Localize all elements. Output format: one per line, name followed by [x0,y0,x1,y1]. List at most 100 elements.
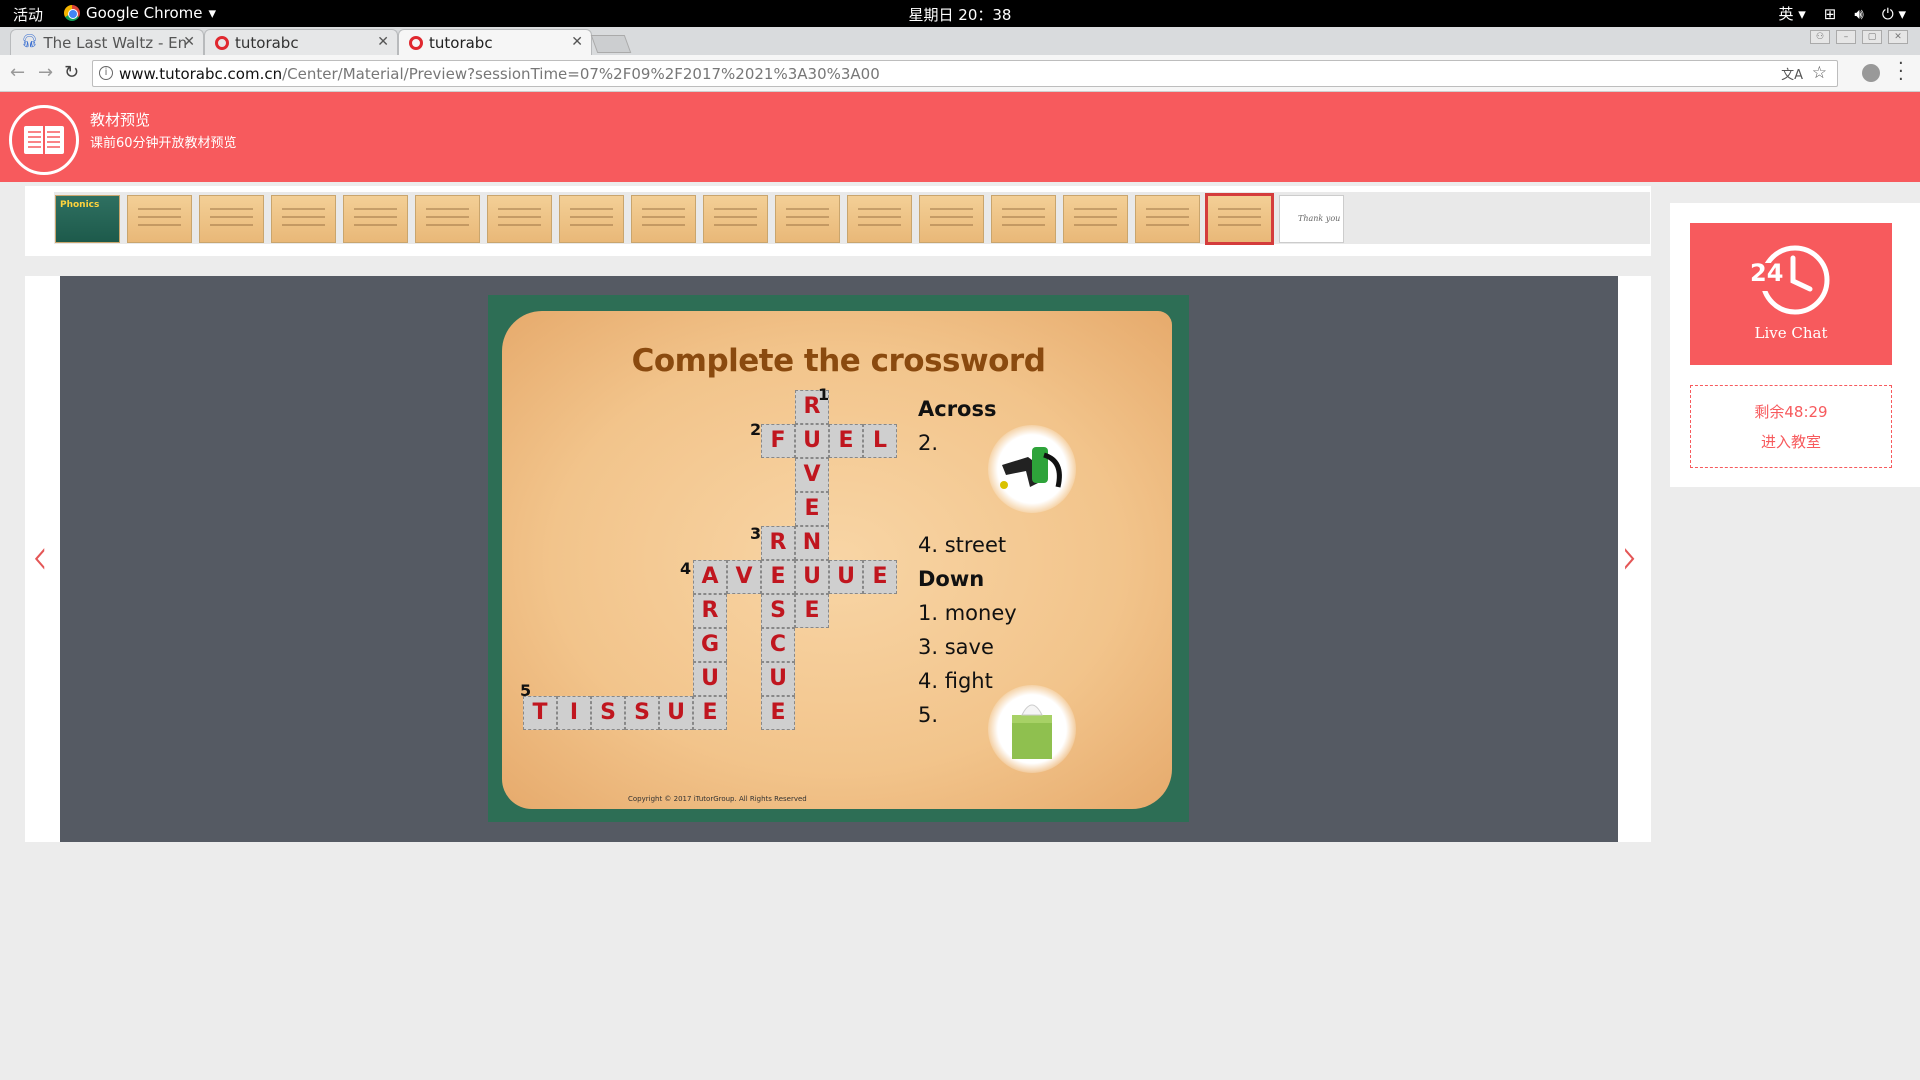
tab-last-waltz[interactable]: 🎧︎ The Last Waltz - En ✕ [10,29,204,55]
thumbnail-label: Thank you [1298,214,1341,223]
extension-icon[interactable] [1862,64,1880,82]
crossword-cell: L [863,424,897,458]
slide-thumbnail[interactable] [991,195,1056,243]
minimize-button[interactable]: – [1836,30,1856,44]
slide-thumbnail[interactable] [919,195,984,243]
live-chat-badge: 24 [1750,259,1784,287]
slide-thumbnail[interactable] [199,195,264,243]
clue-number-2: 2 [750,420,762,439]
system-top-bar: 活动 Google Chrome ▾ 星期日 20：38 英 ▾ ⊞ 🔊︎ ⏻ … [0,0,1920,27]
new-tab-button[interactable] [590,35,632,53]
crossword-cell: S [761,594,795,628]
thumbnail-label: Phonics [60,200,100,210]
clue-down-5: 5. [918,703,939,727]
enter-classroom-label: 进入教室 [1760,433,1821,451]
previous-slide-arrow-icon[interactable]: ‹ [32,527,48,587]
crossword-cell: G [693,628,727,662]
clue-across-4: 4. street [918,533,1007,557]
clock[interactable]: 星期日 20：38 [0,4,1920,25]
slide-thumbnail[interactable]: Phonics [55,195,120,243]
slide: Complete the crossword FUELRVENUEAVEUERS… [488,295,1189,822]
slide-thumbnail[interactable] [847,195,912,243]
slide-thumbnail[interactable] [631,195,696,243]
clue-across-2: 2. [918,431,939,455]
crossword-cell: S [625,696,659,730]
clue-number-4: 4 [680,559,692,578]
url-host: www.tutorabc.com.cn [119,65,283,83]
profile-icon[interactable]: ⚇ [1810,30,1830,44]
crossword-cell: U [659,696,693,730]
close-tab-icon[interactable]: ✕ [183,34,195,50]
slide-thumbnail[interactable] [271,195,336,243]
next-slide-arrow-icon[interactable]: › [1622,527,1638,587]
info-icon[interactable]: i [99,66,113,80]
browser-toolbar: ← → ↻ i www.tutorabc.com.cn/Center/Mater… [0,55,1920,92]
remaining-time: 剩余48:29 [1754,403,1828,421]
window-controls: ⚇ – ▢ ✕ [1810,30,1908,44]
slide-thumbnail[interactable] [1063,195,1128,243]
tissue-box-image [988,685,1076,773]
slide-title: Complete the crossword [631,343,1046,379]
slide-thumbnail[interactable] [559,195,624,243]
fuel-nozzle-image [988,425,1076,513]
tab-tutorabc-1[interactable]: tutorabc ✕ [204,29,398,55]
crossword-cell: U [693,662,727,696]
tab-title: tutorabc [429,34,493,52]
crossword-cell: E [795,594,829,628]
thumbnail-strip: Phonics Thank you [54,192,1650,245]
slide-thumbnail[interactable] [703,195,768,243]
tutorabc-logo-icon [215,36,229,50]
slide-thumbnail[interactable] [775,195,840,243]
crossword-cell: E [693,696,727,730]
close-window-button[interactable]: ✕ [1888,30,1908,44]
chrome-menu-icon[interactable]: · · · [1898,55,1904,89]
crossword-cell: A [693,560,727,594]
live-chat-button[interactable]: 24 Live Chat [1690,223,1892,365]
page-header: 教材预览 课前60分钟开放教材预览 [0,92,1920,182]
clue-down-1: 1. money [918,601,1017,625]
crossword-cell: N [795,526,829,560]
crossword-cell: F [761,424,795,458]
bookmark-star-icon[interactable]: ☆ [1812,63,1827,83]
address-bar[interactable]: i www.tutorabc.com.cn/Center/Material/Pr… [92,60,1838,87]
crossword-cell: C [761,628,795,662]
tab-tutorabc-active[interactable]: tutorabc ✕ [398,29,592,55]
clue-number-3: 3 [750,524,762,543]
close-tab-icon[interactable]: ✕ [571,34,583,50]
crossword-cell: S [591,696,625,730]
tab-strip: 🎧︎ The Last Waltz - En ✕ tutorabc ✕ tuto… [0,27,1920,55]
slide-thumbnail[interactable] [343,195,408,243]
clue-down-3: 3. save [918,635,994,659]
page-subtitle: 课前60分钟开放教材预览 [90,136,237,151]
system-tray[interactable]: 英 ▾ ⊞ 🔊︎ ⏻ ▾ [1778,3,1906,24]
crossword-cell: U [829,560,863,594]
copyright: Copyright © 2017 iTutorGroup. All Rights… [628,795,807,803]
slide-thumbnail[interactable]: Thank you [1279,195,1344,243]
crossword-cell: E [863,560,897,594]
crossword-cell: I [557,696,591,730]
crossword-cell: E [761,696,795,730]
slide-thumbnail[interactable] [1135,195,1200,243]
live-chat-label: Live Chat [1754,324,1828,342]
crossword-cell: V [795,458,829,492]
forward-arrow-icon[interactable]: → [38,62,53,83]
slide-thumbnail[interactable] [415,195,480,243]
page-title: 教材预览 [90,111,151,129]
input-method-indicator[interactable]: 英 ▾ [1778,3,1805,24]
maximize-button[interactable]: ▢ [1862,30,1882,44]
power-icon[interactable]: ⏻ ▾ [1882,5,1906,23]
slide-thumbnail[interactable] [1205,193,1274,245]
volume-icon[interactable]: 🔊︎ [1854,5,1863,23]
crossword-cell: V [727,560,761,594]
url-path: /Center/Material/Preview?sessionTime=07%… [282,65,880,83]
enter-classroom-button[interactable]: 剩余48:29 进入教室 [1690,385,1892,468]
network-icon[interactable]: ⊞ [1824,5,1837,23]
tab-title: The Last Waltz - En [43,34,188,52]
close-tab-icon[interactable]: ✕ [377,34,389,50]
translate-icon[interactable]: 文A [1781,64,1803,83]
slide-thumbnail[interactable] [127,195,192,243]
back-arrow-icon[interactable]: ← [10,62,25,83]
slide-thumbnail[interactable] [487,195,552,243]
down-heading: Down [918,567,985,591]
reload-icon[interactable]: ↻ [64,62,79,83]
